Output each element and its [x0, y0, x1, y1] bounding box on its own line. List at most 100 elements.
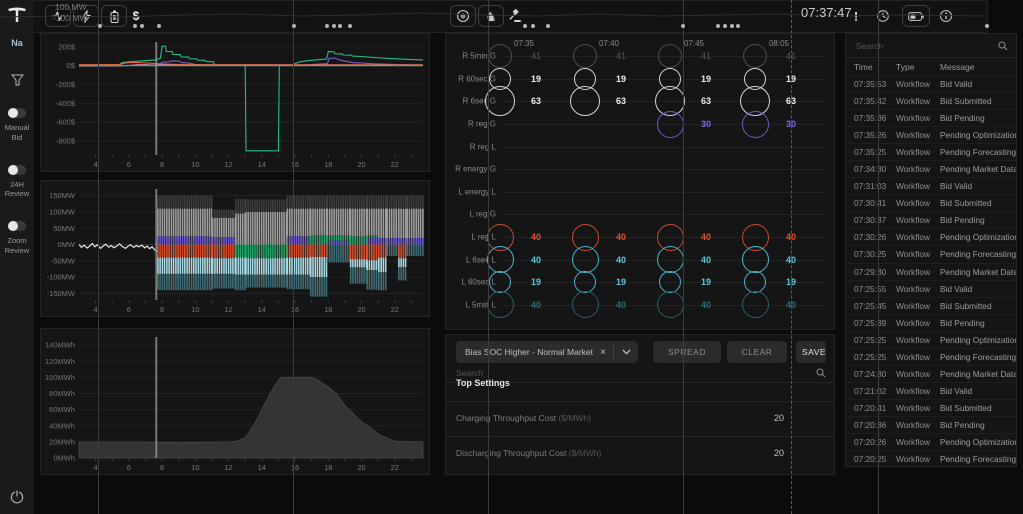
zoom-review-switch[interactable] [8, 221, 26, 231]
preset-dropdown[interactable]: Bias SOC Higher - Normal Market × [456, 341, 638, 363]
timeline-event-dot[interactable] [133, 24, 137, 28]
bid-cell-circle[interactable] [742, 291, 769, 318]
filter-funnel-icon[interactable] [11, 74, 24, 86]
bid-cell [666, 203, 751, 226]
toggle-label: Zoom Review [1, 236, 33, 256]
chevron-down-icon[interactable] [614, 349, 638, 355]
timeline-event-dot[interactable] [157, 24, 161, 28]
bid-matrix-row: L reg L40404040 [446, 226, 834, 249]
clear-button[interactable]: CLEAR [727, 341, 787, 363]
timeline-event-dot[interactable] [531, 24, 535, 28]
preset-clear-icon[interactable]: × [593, 347, 613, 358]
bid-cell-circle[interactable] [658, 44, 682, 68]
bid-cell [496, 135, 581, 158]
setting-value[interactable]: 20 [774, 448, 784, 458]
timeline-event-dot[interactable] [681, 24, 685, 28]
bid-cell-circle[interactable] [743, 44, 767, 68]
bid-cell-circle[interactable] [487, 291, 514, 318]
log-search-input[interactable] [846, 34, 1016, 57]
24h-review-switch[interactable] [8, 165, 26, 175]
bid-cell-value: 63 [701, 96, 711, 106]
bid-cell-circle[interactable] [574, 271, 596, 293]
bid-matrix-row: L 5min L40404040 [446, 294, 834, 317]
bid-cell: 40 [581, 248, 666, 271]
bid-cell-circle[interactable] [489, 271, 511, 293]
svg-text:10: 10 [191, 160, 199, 169]
bid-cell-value: 41 [616, 51, 626, 61]
bid-cell: 19 [751, 271, 836, 294]
bid-cell: 41 [751, 45, 836, 68]
timeline-y-max: 100 MW [55, 2, 87, 12]
timeline-event-dot[interactable] [716, 24, 720, 28]
svg-text:8: 8 [160, 160, 164, 169]
bid-cell-circle[interactable] [657, 246, 684, 273]
timeline-scrubber[interactable]: 100 MW -100 MW 07:37:47 [0, 0, 988, 33]
bid-cell-value: 40 [616, 300, 626, 310]
toggle-manual-bid[interactable]: Manual Bid [1, 108, 33, 143]
timeline-event-dot[interactable] [736, 24, 740, 28]
bid-cell-circle[interactable] [742, 246, 769, 273]
toggle-zoom-review[interactable]: Zoom Review [1, 221, 33, 256]
bid-cell-circle[interactable] [488, 44, 512, 68]
bid-cell: 40 [496, 294, 581, 317]
timeline-event-dot[interactable] [985, 24, 989, 28]
switch-knob [8, 165, 18, 175]
bid-cell-circle[interactable] [657, 111, 684, 138]
bid-cell: 19 [581, 271, 666, 294]
timeline-event-dot[interactable] [332, 24, 336, 28]
toggle-label: 24H Review [1, 180, 33, 200]
bid-cell-circle[interactable] [487, 246, 514, 273]
timeline-event-dot[interactable] [98, 24, 102, 28]
bid-cell-circle[interactable] [659, 271, 681, 293]
log-row: 07:30:41WorkflowBid Submitted [846, 194, 1016, 211]
power-icon[interactable] [10, 490, 24, 504]
bid-cell-circle[interactable] [572, 246, 599, 273]
timeline-event-dot[interactable] [348, 24, 352, 28]
svg-text:20MWh: 20MWh [49, 437, 75, 446]
preset-dropdown-value: Bias SOC Higher - Normal Market [456, 347, 593, 357]
svg-text:20: 20 [357, 305, 365, 314]
timeline-event-dot[interactable] [546, 24, 550, 28]
svg-text:10: 10 [191, 463, 199, 472]
bid-cell-circle[interactable] [742, 111, 769, 138]
toggle-24h-review[interactable]: 24H Review [1, 165, 33, 200]
bid-cell: 30 [666, 113, 751, 136]
log-row: 07:21:02WorkflowBid Valid [846, 382, 1016, 399]
spread-button[interactable]: SPREAD [653, 341, 721, 363]
save-button[interactable]: SAVE [796, 341, 826, 363]
log-row: 07:20:25WorkflowPending Forecasting [846, 450, 1016, 467]
timeline-event-dot[interactable] [325, 24, 329, 28]
svg-text:20: 20 [357, 463, 365, 472]
timeline-event-dot[interactable] [730, 24, 734, 28]
svg-text:140MWh: 140MWh [45, 341, 75, 350]
bid-cell-value: 40 [531, 255, 541, 265]
bid-cell-circle[interactable] [572, 291, 599, 318]
svg-text:-800$: -800$ [56, 136, 76, 145]
timeline-event-dot[interactable] [140, 24, 144, 28]
setting-value[interactable]: 20 [774, 413, 784, 423]
log-row: 07:25:25WorkflowPending Optimization [846, 331, 1016, 348]
timeline-event-dot[interactable] [523, 24, 527, 28]
bid-cell-value: 40 [701, 232, 711, 242]
svg-text:200$: 200$ [58, 42, 76, 51]
bid-cell-circle[interactable] [573, 44, 597, 68]
log-row: 07:25:25WorkflowPending Forecasting [846, 348, 1016, 365]
svg-text:8: 8 [160, 463, 164, 472]
svg-text:12: 12 [224, 305, 232, 314]
bid-cell: 63 [581, 90, 666, 113]
bid-cell-circle[interactable] [744, 271, 766, 293]
timeline-event-dot[interactable] [292, 24, 296, 28]
bid-matrix-rows: R 5min G41414141R 60sec G19191919R 6sec … [446, 45, 834, 316]
bid-cell-value: 41 [531, 51, 541, 61]
setting-row-charging[interactable]: Charging Throughput Cost ($/MWh) 20 [446, 402, 834, 434]
bid-cell-circle[interactable] [657, 291, 684, 318]
timeline-event-dot[interactable] [338, 24, 342, 28]
timeline-event-dot[interactable] [723, 24, 727, 28]
setting-row-discharging[interactable]: Discharging Throughput Cost ($/MWh) 20 [446, 437, 834, 469]
svg-text:0$: 0$ [67, 61, 76, 70]
log-row: 07:20:41WorkflowBid Submitted [846, 399, 1016, 416]
bid-cell: 19 [496, 68, 581, 91]
manual-bid-switch[interactable] [8, 108, 26, 118]
log-search[interactable] [846, 34, 1016, 58]
log-row: 07:25:39WorkflowBid Pending [846, 314, 1016, 331]
